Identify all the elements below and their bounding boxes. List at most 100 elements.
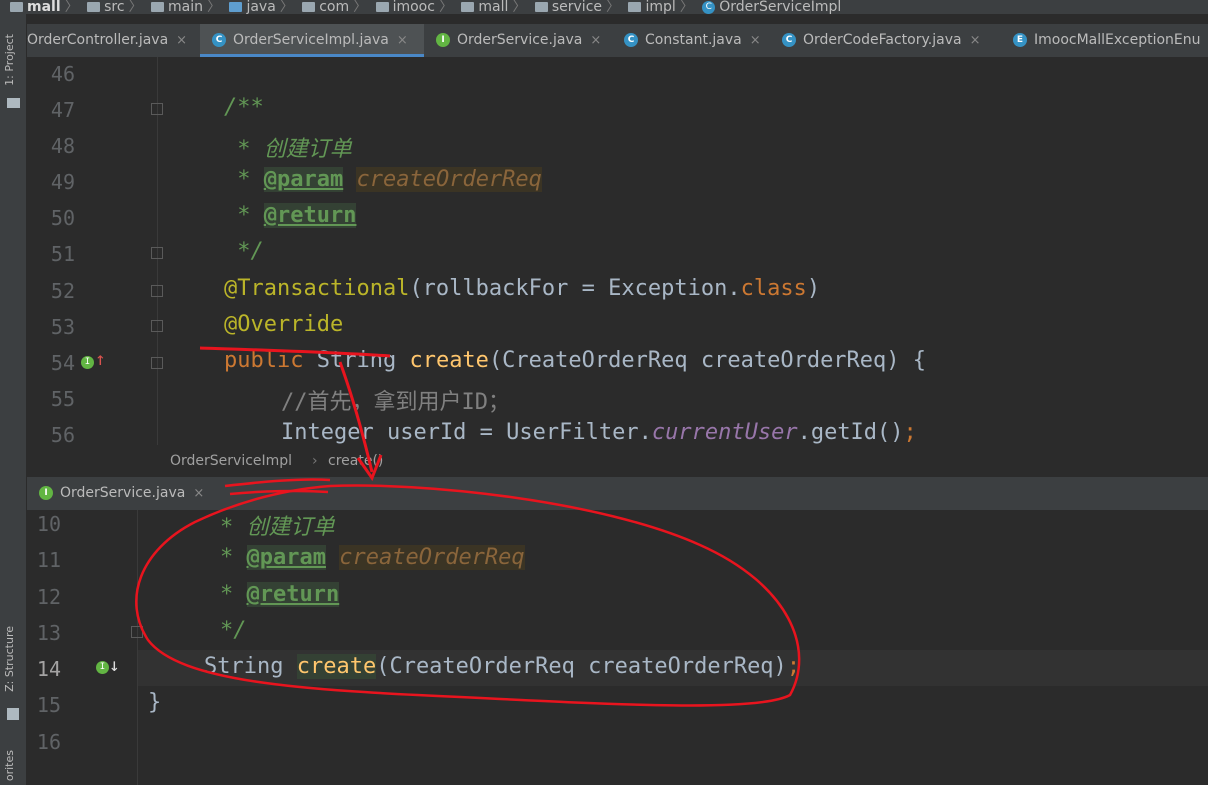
javadoc-close: */ — [220, 618, 247, 643]
tab-label: ImoocMallExceptionEnu — [1034, 32, 1201, 48]
crumb-sep-icon: 〉 — [438, 0, 453, 14]
semicolon: ; — [786, 654, 801, 679]
fold-marker-icon[interactable] — [131, 626, 143, 638]
tab-order-controller[interactable]: OrderController.java × — [27, 24, 197, 57]
override-up-arrow-icon[interactable]: ↑ — [95, 349, 106, 370]
javadoc-param-tag: @param — [246, 545, 326, 570]
fold-marker-icon[interactable] — [151, 247, 163, 259]
javadoc-star: * — [220, 582, 247, 607]
nav-class[interactable]: OrderServiceImpl — [170, 445, 292, 477]
tab-constant[interactable]: C Constant.java × — [624, 24, 761, 57]
tab-label: Constant.java — [645, 32, 742, 48]
line-number: 53 — [50, 315, 75, 339]
implemented-gutter-icon[interactable]: I — [96, 661, 109, 674]
source-folder-icon — [229, 2, 243, 12]
crumb-sep-icon: 〉 — [279, 0, 294, 14]
package-icon — [534, 2, 548, 12]
close-icon[interactable]: × — [193, 486, 204, 501]
crumb-sep-icon: 〉 — [606, 0, 621, 14]
fold-marker-icon[interactable] — [151, 103, 163, 115]
nav-method[interactable]: create() — [328, 445, 383, 477]
implementation-down-arrow-icon[interactable]: ↓ — [109, 655, 120, 676]
crumb-mall[interactable]: mall — [27, 0, 61, 14]
javadoc-param-name: createOrderReq — [356, 167, 542, 192]
close-icon[interactable]: × — [970, 33, 981, 48]
close-icon[interactable]: × — [750, 33, 761, 48]
tab-order-service-impl[interactable]: C OrderServiceImpl.java × — [200, 24, 424, 57]
close-icon[interactable]: × — [176, 33, 187, 48]
public-keyword: public — [224, 348, 304, 373]
editor-breadcrumb: OrderServiceImpl › create() — [27, 445, 1208, 477]
tab-order-service[interactable]: I OrderService.java × — [436, 24, 601, 57]
method-params: (CreateOrderReq createOrderReq) — [376, 654, 787, 679]
rollback-close: ) — [806, 276, 821, 301]
javadoc-open: /** — [224, 95, 264, 120]
line-number: 10 — [36, 512, 61, 536]
crumb-impl[interactable]: impl — [645, 0, 675, 14]
line-comment: //首先，拿到用户ID； — [281, 390, 510, 415]
crumb-service[interactable]: service — [552, 0, 602, 14]
javadoc-return-tag: @return — [263, 203, 357, 228]
tab-label: OrderService.java — [457, 32, 583, 48]
tab-label: OrderCodeFactory.java — [803, 32, 962, 48]
crumb-main[interactable]: main — [168, 0, 203, 14]
peek-tab-order-service[interactable]: I OrderService.java × — [27, 477, 217, 510]
fold-marker-icon[interactable] — [151, 285, 163, 297]
folder-icon — [87, 2, 101, 12]
close-icon[interactable]: × — [590, 33, 601, 48]
close-icon[interactable]: × — [397, 33, 408, 48]
javadoc-return-tag: @return — [246, 582, 340, 607]
class-icon: C — [782, 33, 796, 47]
crumb-src[interactable]: src — [104, 0, 124, 14]
method-params: (CreateOrderReq createOrderReq) { — [488, 348, 927, 373]
line-number: 15 — [36, 693, 61, 717]
peek-editor[interactable]: 10 11 12 13 14 15 16 I ↓ * 创建订单 * @param… — [27, 510, 1208, 785]
line-number: 51 — [50, 242, 75, 266]
crumb-java[interactable]: java — [246, 0, 275, 14]
implements-gutter-icon[interactable]: I — [81, 356, 94, 369]
project-tool-button[interactable]: 1: Project — [3, 34, 16, 86]
fold-marker-icon[interactable] — [151, 320, 163, 332]
line-number: 13 — [36, 621, 61, 645]
interface-icon: I — [39, 486, 53, 500]
line-number: 48 — [50, 134, 75, 158]
enum-icon: E — [1013, 33, 1027, 47]
structure-tool-button[interactable]: Z: Structure — [3, 626, 16, 692]
tool-window-strip: 1: Project Z: Structure orites — [0, 14, 27, 785]
semicolon: ; — [903, 420, 917, 445]
class-icon: C — [624, 33, 638, 47]
line-number: 14 — [36, 657, 61, 681]
tab-order-code-factory[interactable]: C OrderCodeFactory.java × — [782, 24, 980, 57]
tab-label: OrderServiceImpl.java — [233, 32, 389, 48]
crumb-com[interactable]: com — [319, 0, 349, 14]
crumb-sep-icon: 〉 — [679, 0, 694, 14]
path-breadcrumb: mall 〉 src 〉 main 〉 java 〉 com 〉 imooc 〉 mall 〉… — [0, 0, 1208, 14]
fold-marker-icon[interactable] — [151, 357, 163, 369]
crumb-sep-icon: 〉 — [353, 0, 368, 14]
package-icon — [461, 2, 475, 12]
crumb-sep-icon: 〉 — [512, 0, 527, 14]
interface-icon: I — [436, 33, 450, 47]
rollback-args: (rollbackFor = Exception. — [409, 276, 741, 301]
method-name: create — [409, 348, 489, 373]
line-number: 52 — [50, 279, 75, 303]
getid-call: .getId() — [797, 420, 904, 445]
class-icon: C — [212, 33, 226, 47]
tab-imooc-mall-exception-enum[interactable]: E ImoocMallExceptionEnu — [1013, 24, 1201, 57]
peek-tab-bar: I OrderService.java × — [27, 477, 1208, 510]
line-number: 54 — [50, 351, 75, 375]
crumb-mall-pkg[interactable]: mall — [478, 0, 508, 14]
line-number: 49 — [50, 170, 75, 194]
package-icon — [375, 2, 389, 12]
crumb-sep-icon: 〉 — [206, 0, 221, 14]
project-folder-icon — [7, 98, 20, 108]
class-icon: C — [702, 0, 716, 14]
favorites-tool-button[interactable]: orites — [3, 750, 16, 781]
line-number: 55 — [50, 387, 75, 411]
line-number: 56 — [50, 423, 75, 445]
javadoc-description: * 创建订单 — [220, 515, 335, 540]
crumb-class[interactable]: OrderServiceImpl — [719, 0, 841, 14]
crumb-imooc[interactable]: imooc — [393, 0, 435, 14]
return-type: String — [204, 654, 297, 679]
code-editor[interactable]: 46 47 48 49 50 51 52 53 54 55 56 I ↑ /**… — [27, 57, 1208, 445]
